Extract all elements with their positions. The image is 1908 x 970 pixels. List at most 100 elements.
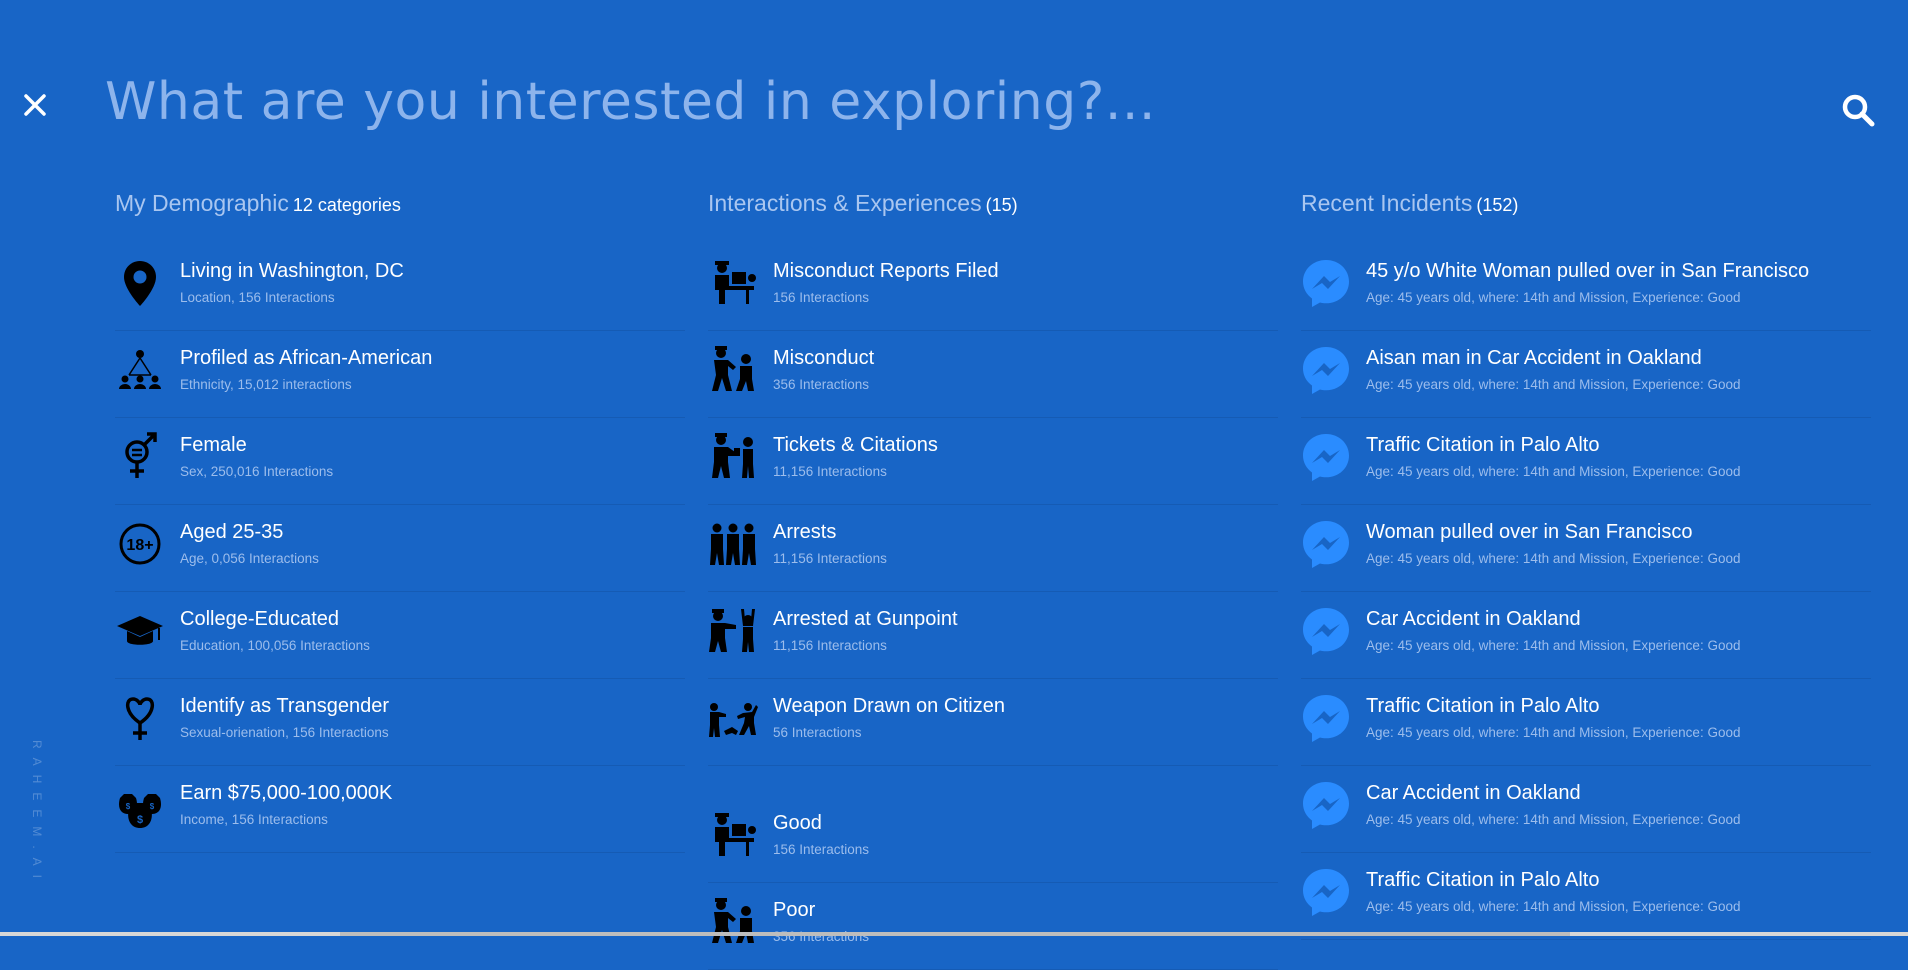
item-title: Earn $75,000-100,000K <box>180 782 393 804</box>
item-title: Traffic Citation in Palo Alto <box>1366 869 1600 891</box>
watermark: RAHEEM.AI <box>30 740 44 888</box>
column-count: (15) <box>985 195 1018 215</box>
item-subtitle: Age: 45 years old, where: 14th and Missi… <box>1366 290 1741 305</box>
item-subtitle: 11,156 Interactions <box>773 638 887 653</box>
item-title: Arrested at Gunpoint <box>773 608 958 630</box>
column-title: Interactions & Experiences <box>708 190 982 216</box>
messenger-icon <box>1301 606 1351 656</box>
list-item[interactable]: Living in Washington, DC Location, 156 In… <box>115 244 685 331</box>
item-subtitle: 11,156 Interactions <box>773 551 887 566</box>
item-title: Weapon Drawn on Citizen <box>773 695 1005 717</box>
messenger-icon <box>1301 519 1351 569</box>
list-item[interactable]: Poor 356 Interactions <box>708 883 1278 970</box>
list-item[interactable]: Traffic Citation in Palo Alto Age: 45 yea… <box>1301 418 1871 505</box>
demographic-header: My Demographic 12 categories <box>115 190 685 230</box>
list-item[interactable]: Arrested at Gunpoint 11,156 Interactions <box>708 592 1278 679</box>
list-item[interactable]: 18+ Aged 25-35 Age, 0,056 Interactions <box>115 505 685 592</box>
item-subtitle: Sexual-orienation, 156 Interactions <box>180 725 389 740</box>
list-item[interactable]: Tickets & Citations 11,156 Interactions <box>708 418 1278 505</box>
item-subtitle: Age: 45 years old, where: 14th and Missi… <box>1366 812 1741 827</box>
messenger-icon <box>1301 432 1351 482</box>
list-item[interactable]: Traffic Citation in Palo Alto Age: 45 yea… <box>1301 679 1871 766</box>
item-subtitle: Age: 45 years old, where: 14th and Missi… <box>1366 377 1741 392</box>
list-item[interactable]: College-Educated Education, 100,056 Inter… <box>115 592 685 679</box>
svg-text:$: $ <box>137 814 143 826</box>
item-subtitle: 56 Interactions <box>773 725 862 740</box>
incidents-list: 45 y/o White Woman pulled over in San Fr… <box>1301 244 1871 940</box>
item-subtitle: Income, 156 Interactions <box>180 812 328 827</box>
item-title: Aisan man in Car Accident in Oakland <box>1366 347 1702 369</box>
demographic-list: Living in Washington, DC Location, 156 In… <box>115 244 685 853</box>
list-item[interactable]: Arrests 11,156 Interactions <box>708 505 1278 592</box>
item-title: Woman pulled over in San Francisco <box>1366 521 1693 543</box>
item-subtitle: 156 Interactions <box>773 290 870 305</box>
officer-ticket-icon <box>708 432 758 482</box>
item-title: Poor <box>773 899 816 921</box>
messenger-icon <box>1301 780 1351 830</box>
list-item[interactable]: Good 156 Interactions <box>708 796 1278 883</box>
list-item[interactable]: Traffic Citation in Palo Alto Age: 45 yea… <box>1301 853 1871 940</box>
money-bags-icon: $ $ $ <box>115 780 165 830</box>
weapon-drawn-icon <box>708 693 758 743</box>
interactions-list: Misconduct Reports Filed 156 Interactions… <box>708 244 1278 766</box>
item-subtitle: Age: 45 years old, where: 14th and Missi… <box>1366 725 1741 740</box>
item-subtitle: Age, 0,056 Interactions <box>180 551 319 566</box>
item-title: Profiled as African-American <box>180 347 433 369</box>
search-button[interactable] <box>1840 92 1876 128</box>
svg-text:18+: 18+ <box>126 537 153 554</box>
search-input[interactable]: What are you interested in exploring?... <box>105 72 1156 132</box>
item-title: Tickets & Citations <box>773 434 938 456</box>
list-item[interactable]: Car Accident in Oakland Age: 45 years old… <box>1301 766 1871 853</box>
svg-text:$: $ <box>126 802 131 811</box>
item-title: Traffic Citation in Palo Alto <box>1366 434 1600 456</box>
list-item[interactable]: Profiled as African-American Ethnicity, 1… <box>115 331 685 418</box>
gender-symbol-icon <box>115 432 165 482</box>
officer-desk-icon <box>708 258 758 308</box>
item-title: Misconduct <box>773 347 875 369</box>
interactions-column: Interactions & Experiences (15) Misconduc… <box>708 190 1278 970</box>
item-title: College-Educated <box>180 608 339 630</box>
list-item[interactable]: Car Accident in Oakland Age: 45 years old… <box>1301 592 1871 679</box>
item-subtitle: Education, 100,056 Interactions <box>180 638 370 653</box>
column-count: (152) <box>1476 195 1519 215</box>
list-item[interactable]: Female Sex, 250,016 Interactions <box>115 418 685 505</box>
officer-struggle-icon <box>708 897 758 947</box>
scrollbar-thumb[interactable] <box>340 932 1570 936</box>
list-item[interactable]: Weapon Drawn on Citizen 56 Interactions <box>708 679 1278 766</box>
list-item[interactable]: Woman pulled over in San Francisco Age: 4… <box>1301 505 1871 592</box>
messenger-icon <box>1301 258 1351 308</box>
interactions-header: Interactions & Experiences (15) <box>708 190 1278 230</box>
column-count: 12 categories <box>292 195 401 215</box>
item-title: Traffic Citation in Palo Alto <box>1366 695 1600 717</box>
item-subtitle: 356 Interactions <box>773 377 870 392</box>
messenger-icon <box>1301 867 1351 917</box>
item-title: Car Accident in Oakland <box>1366 608 1581 630</box>
list-item[interactable]: Aisan man in Car Accident in Oakland Age:… <box>1301 331 1871 418</box>
officer-struggle-icon <box>708 345 758 395</box>
item-title: Female <box>180 434 247 456</box>
list-item[interactable]: $ $ $ Earn $75,000-100,000K Income, 156 Inte… <box>115 766 685 853</box>
incidents-column: Recent Incidents (152) 45 y/o White Woman… <box>1301 190 1871 940</box>
item-title: 45 y/o White Woman pulled over in San Fr… <box>1366 260 1810 282</box>
experience-list: Good 156 Interactions Poor 356 Interactions <box>708 796 1278 970</box>
horizontal-scrollbar[interactable] <box>0 932 1908 936</box>
item-subtitle: Age: 45 years old, where: 14th and Missi… <box>1366 464 1741 479</box>
close-button[interactable] <box>18 88 52 122</box>
item-title: Car Accident in Oakland <box>1366 782 1581 804</box>
item-subtitle: 156 Interactions <box>773 842 870 857</box>
list-item[interactable]: Misconduct Reports Filed 156 Interactions <box>708 244 1278 331</box>
close-icon <box>24 94 46 116</box>
item-title: Identify as Transgender <box>180 695 390 717</box>
list-item[interactable]: 45 y/o White Woman pulled over in San Fr… <box>1301 244 1871 331</box>
demographic-column: My Demographic 12 categories Living in Wa… <box>115 190 685 853</box>
list-item[interactable]: Misconduct 356 Interactions <box>708 331 1278 418</box>
item-title: Arrests <box>773 521 837 543</box>
incidents-header: Recent Incidents (152) <box>1301 190 1871 230</box>
svg-text:$: $ <box>150 802 155 811</box>
list-item[interactable]: Identify as Transgender Sexual-orienation… <box>115 679 685 766</box>
item-title: Misconduct Reports Filed <box>773 260 999 282</box>
location-pin-icon <box>115 258 165 308</box>
heart-gender-icon <box>115 693 165 743</box>
messenger-icon <box>1301 693 1351 743</box>
people-network-icon <box>115 345 165 395</box>
